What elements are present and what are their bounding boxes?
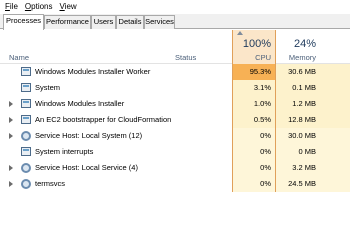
process-name: termsvcs: [35, 179, 65, 188]
process-row[interactable]: System 3.1% 0.1 MB: [0, 80, 350, 96]
expand-chevron-icon[interactable]: [9, 133, 13, 139]
cpu-cell: 3.1%: [232, 80, 276, 96]
cpu-column-header[interactable]: 100% CPU: [232, 30, 276, 64]
menu-view-label: iew: [64, 2, 77, 11]
process-name: Windows Modules Installer Worker: [35, 67, 151, 76]
cpu-cell: 0%: [232, 160, 276, 176]
memory-cell: 30.6 MB: [276, 64, 320, 80]
tab-users[interactable]: Users: [91, 15, 116, 29]
extra-cell: [320, 80, 350, 96]
sort-up-arrow-icon: [237, 31, 243, 35]
extra-cell: [320, 160, 350, 176]
name-column-header[interactable]: Name: [9, 53, 29, 62]
tab-bar: Processes Performance Users Details Serv…: [0, 14, 350, 30]
tab-services[interactable]: Services: [144, 15, 175, 29]
process-row[interactable]: termsvcs 0% 24.5 MB: [0, 176, 350, 192]
app-window-icon: [21, 67, 31, 76]
menu-file[interactable]: File: [3, 0, 23, 14]
extra-cell: [320, 112, 350, 128]
app-window-icon: [21, 99, 31, 108]
memory-total-percent: 24%: [293, 38, 316, 50]
menu-view[interactable]: View: [58, 0, 82, 14]
memory-cell: 30.0 MB: [276, 128, 320, 144]
memory-column-label: Memory: [288, 53, 316, 62]
gear-icon: [21, 179, 31, 189]
process-name: An EC2 bootstrapper for CloudFormation: [35, 115, 172, 124]
memory-cell: 0 MB: [276, 144, 320, 160]
expand-chevron-icon[interactable]: [9, 165, 13, 171]
extra-cell: [320, 144, 350, 160]
extra-cell: [320, 176, 350, 192]
memory-column-header[interactable]: 24% Memory: [276, 30, 320, 64]
memory-cell: 12.8 MB: [276, 112, 320, 128]
process-row[interactable]: Service Host: Local Service (4) 0% 3.2 MB: [0, 160, 350, 176]
app-window-icon: [21, 83, 31, 92]
process-name: Service Host: Local System (12): [35, 131, 143, 140]
cpu-cell: 0%: [232, 128, 276, 144]
cpu-total-percent: 100%: [242, 38, 271, 50]
menu-file-label: ile: [9, 2, 18, 11]
process-row[interactable]: Windows Modules Installer Worker 95.3% 30.…: [0, 64, 350, 80]
cpu-cell: 95.3%: [232, 64, 276, 80]
process-name: System interrupts: [35, 147, 94, 156]
cpu-cell: 0%: [232, 176, 276, 192]
column-header: Name Status 100% CPU 24% Memory: [0, 30, 350, 64]
process-name: System: [35, 83, 61, 92]
app-window-icon: [21, 147, 31, 156]
memory-cell: 3.2 MB: [276, 160, 320, 176]
gear-icon: [21, 131, 31, 141]
memory-cell: 0.1 MB: [276, 80, 320, 96]
extra-cell: [320, 128, 350, 144]
menu-bar: File Options View: [0, 0, 350, 14]
expand-chevron-icon[interactable]: [9, 181, 13, 187]
cpu-cell: 1.0%: [232, 96, 276, 112]
tab-details[interactable]: Details: [116, 15, 144, 29]
process-name: Service Host: Local Service (4): [35, 163, 138, 172]
cpu-column-label: CPU: [255, 53, 271, 62]
expand-chevron-icon[interactable]: [9, 117, 13, 123]
process-row[interactable]: Service Host: Local System (12) 0% 30.0 MB: [0, 128, 350, 144]
process-name: Windows Modules Installer: [35, 99, 125, 108]
cpu-cell: 0%: [232, 144, 276, 160]
gear-icon: [21, 163, 31, 173]
tab-performance[interactable]: Performance: [44, 15, 91, 29]
memory-cell: 1.2 MB: [276, 96, 320, 112]
menu-options-label: ptions: [31, 2, 53, 11]
process-row[interactable]: An EC2 bootstrapper for CloudFormation 0.…: [0, 112, 350, 128]
menu-options[interactable]: Options: [23, 0, 58, 14]
memory-cell: 24.5 MB: [276, 176, 320, 192]
process-row[interactable]: System interrupts 0% 0 MB: [0, 144, 350, 160]
process-row[interactable]: Windows Modules Installer 1.0% 1.2 MB: [0, 96, 350, 112]
app-window-icon: [21, 115, 31, 124]
extra-cell: [320, 96, 350, 112]
expand-chevron-icon[interactable]: [9, 101, 13, 107]
tab-processes[interactable]: Processes: [3, 14, 44, 30]
extra-cell: [320, 64, 350, 80]
cpu-cell: 0.5%: [232, 112, 276, 128]
status-column-header[interactable]: Status: [175, 53, 196, 62]
